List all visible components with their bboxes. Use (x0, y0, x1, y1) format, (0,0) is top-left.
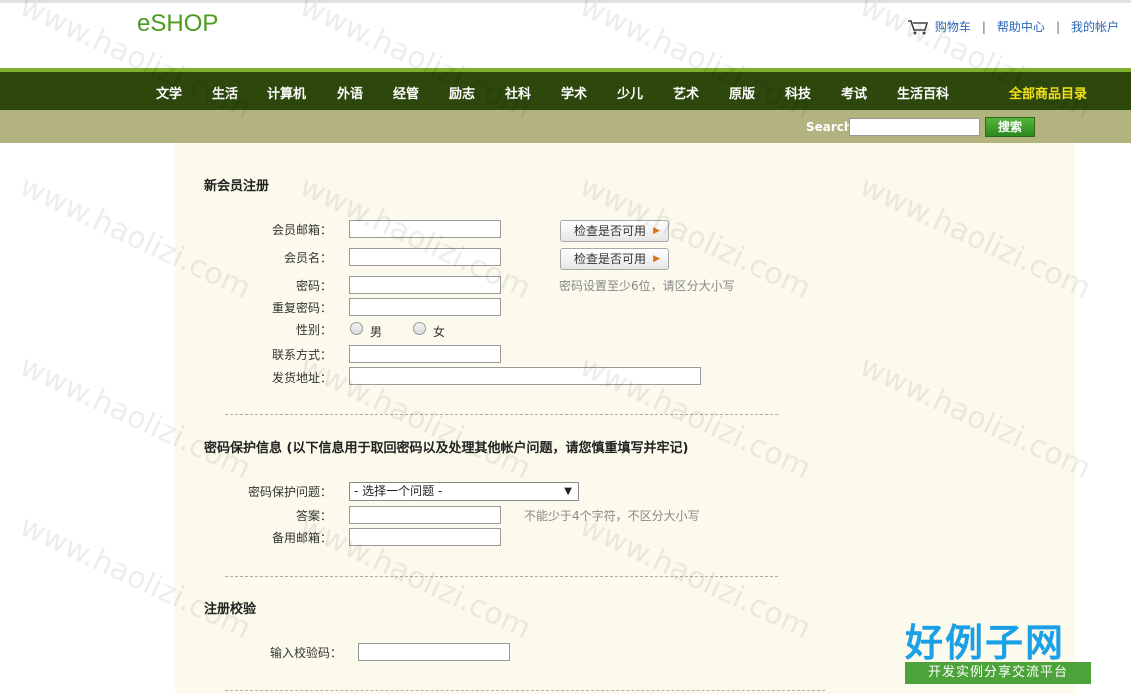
nav-item-literature[interactable]: 文学 (156, 83, 182, 102)
gender-label: 性别： (295, 323, 332, 337)
top-border (0, 0, 1131, 3)
backup-email-field[interactable] (349, 528, 501, 546)
password-label: 密码： (295, 279, 332, 293)
nav-item-original[interactable]: 原版 (729, 83, 755, 102)
backup-email-label: 备用邮箱： (271, 531, 332, 545)
registration-title: 新会员注册 (204, 179, 270, 194)
shopping-cart-icon[interactable] (907, 19, 929, 35)
username-field[interactable] (349, 248, 501, 266)
my-account-link[interactable]: 我的帐户 (1071, 18, 1119, 35)
nav-item-art[interactable]: 艺术 (673, 83, 699, 102)
nav-item-academic[interactable]: 学术 (561, 83, 587, 102)
cart-link[interactable]: 购物车 (935, 18, 971, 35)
answer-field[interactable] (349, 506, 501, 524)
check-email-button-label: 检查是否可用 (574, 224, 647, 238)
nav-item-life[interactable]: 生活 (212, 83, 238, 102)
security-question-value: - 选择一个问题 - (354, 484, 443, 498)
nav-item-social-science[interactable]: 社科 (505, 83, 531, 102)
watermark-badge: 好例子网 开发实例分享交流平台 (902, 612, 1092, 684)
search-bar: Search 搜索 (0, 110, 1131, 143)
check-username-button-label: 检查是否可用 (574, 252, 647, 266)
verify-code-label: 输入校验码： (269, 646, 342, 660)
help-center-link[interactable]: 帮助中心 (997, 18, 1045, 35)
search-input[interactable] (849, 118, 980, 136)
protection-title: 密码保护信息 (以下信息用于取回密码以及处理其他帐户问题，请您慎重填写并牢记) (204, 441, 689, 456)
nav-item-computer[interactable]: 计算机 (267, 83, 306, 102)
email-field[interactable] (349, 220, 501, 238)
nav-item-exam[interactable]: 考试 (841, 83, 867, 102)
search-button[interactable]: 搜索 (985, 117, 1035, 137)
username-label: 会员名： (283, 251, 332, 265)
caret-down-icon: ▼ (564, 486, 572, 497)
verify-code-field[interactable] (358, 643, 510, 661)
contact-label: 联系方式： (271, 348, 332, 362)
section-divider (225, 576, 778, 577)
nav-item-encyclopedia[interactable]: 生活百科 (897, 83, 949, 102)
repeat-password-label: 重复密码： (271, 301, 332, 315)
answer-label: 答案： (295, 509, 332, 523)
watermark-badge-subtitle: 开发实例分享交流平台 (905, 662, 1091, 684)
question-label: 密码保护问题： (247, 485, 332, 499)
section-divider (225, 414, 778, 415)
repeat-password-field[interactable] (349, 298, 501, 316)
email-label: 会员邮箱： (271, 223, 332, 237)
gender-female-radio[interactable] (413, 322, 426, 335)
answer-hint: 不能少于4个字符，不区分大小写 (524, 509, 700, 523)
contact-field[interactable] (349, 345, 501, 363)
gender-female-label: 女 (433, 325, 446, 339)
address-field[interactable] (349, 367, 701, 385)
site-logo[interactable]: eSHOP (137, 10, 218, 38)
search-label: Search (806, 120, 853, 134)
nav-item-language[interactable]: 外语 (337, 83, 363, 102)
category-nav: 文学 生活 计算机 外语 经管 励志 社科 学术 少儿 艺术 原版 科技 考试 … (0, 68, 1131, 110)
top-links: 购物车 | 帮助中心 | 我的帐户 (907, 18, 1119, 35)
check-email-button[interactable]: 检查是否可用 ▶ (560, 220, 669, 242)
nav-item-all-products[interactable]: 全部商品目录 (1009, 83, 1087, 102)
password-hint: 密码设置至少6位，请区分大小写 (559, 279, 735, 293)
arrow-right-icon: ▶ (653, 226, 660, 236)
address-label: 发货地址： (271, 371, 332, 385)
separator: | (981, 19, 986, 34)
security-question-select[interactable]: - 选择一个问题 - ▼ (349, 482, 579, 501)
check-username-button[interactable]: 检查是否可用 ▶ (560, 248, 669, 270)
watermark-badge-title: 好例子网 (905, 621, 1066, 665)
password-field[interactable] (349, 276, 501, 294)
nav-item-children[interactable]: 少儿 (617, 83, 643, 102)
nav-item-business[interactable]: 经管 (393, 83, 419, 102)
separator: | (1055, 19, 1060, 34)
nav-item-inspiration[interactable]: 励志 (449, 83, 475, 102)
gender-male-label: 男 (370, 325, 383, 339)
section-divider (225, 690, 825, 691)
verify-title: 注册校验 (204, 602, 257, 617)
nav-item-technology[interactable]: 科技 (785, 83, 811, 102)
gender-male-radio[interactable] (350, 322, 363, 335)
arrow-right-icon: ▶ (653, 254, 660, 264)
